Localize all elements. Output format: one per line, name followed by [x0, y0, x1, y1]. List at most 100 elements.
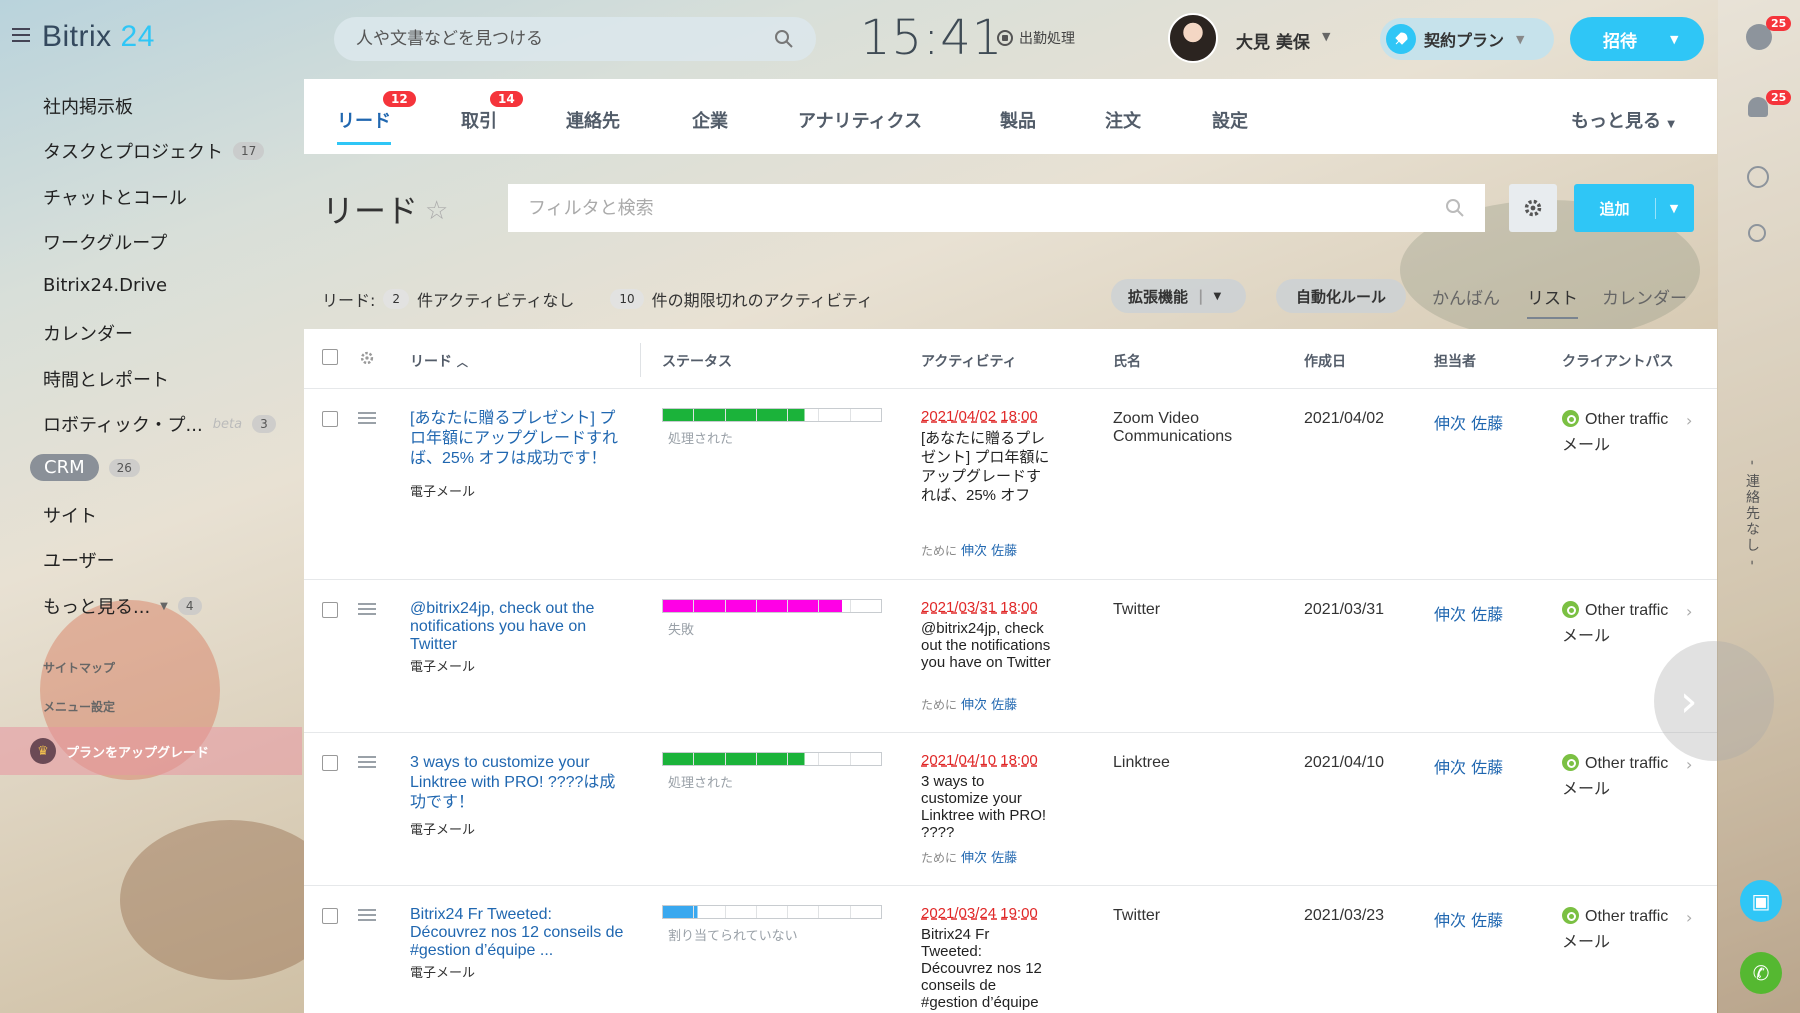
rail-search-icon[interactable]	[1748, 224, 1766, 242]
activity-deadline[interactable]: 2021/04/10 18:00	[921, 752, 1038, 769]
status-stage-segment[interactable]	[663, 753, 695, 765]
activity-subject[interactable]: [あなたに贈るプレゼント] プロ年額にアップグレードすれば、25% オフ	[921, 429, 1051, 505]
global-search-input[interactable]	[356, 29, 774, 49]
sidebar-item-feed[interactable]: 社内掲示板	[43, 93, 133, 119]
table-row[interactable]: [あなたに贈るプレゼント] プロ年額にアップグレードすれば、25% オフは成功で…	[304, 389, 1717, 580]
status-stage-segment[interactable]	[663, 409, 695, 421]
no-activity-count[interactable]: 2	[383, 289, 410, 309]
select-all-checkbox[interactable]	[322, 349, 338, 365]
overdue-label[interactable]: 件の期限切れのアクティビティ	[652, 287, 873, 311]
sidebar-item-crm[interactable]: CRM 26	[30, 454, 140, 481]
status-stage-segment[interactable]	[756, 600, 789, 612]
col-status[interactable]: ステータス	[662, 351, 732, 371]
activity-owner-link[interactable]: 伸次 佐藤	[961, 698, 1017, 713]
settings-gear-button[interactable]	[1509, 184, 1557, 232]
tab-orders[interactable]: 注文	[1105, 107, 1141, 133]
upgrade-plan-button[interactable]: ♛ プランをアップグレード	[0, 727, 302, 775]
status-stage-segment[interactable]	[725, 753, 757, 765]
phone-icon[interactable]: ✆	[1740, 952, 1782, 994]
status-stage-segment[interactable]	[756, 753, 789, 765]
filter-search-icon[interactable]	[1445, 198, 1465, 218]
status-stage-segment[interactable]	[757, 906, 789, 918]
chevron-right-icon[interactable]: ›	[1686, 411, 1692, 430]
global-search-box[interactable]	[334, 17, 816, 61]
tab-products[interactable]: 製品	[1000, 107, 1036, 133]
status-stage-segment[interactable]	[819, 906, 851, 918]
sitemap-link[interactable]: サイトマップ	[43, 659, 115, 676]
row-menu-icon[interactable]	[358, 909, 376, 924]
col-lead[interactable]: リード ︿	[410, 351, 468, 371]
status-stage-segment[interactable]	[725, 600, 757, 612]
sidebar-item-drive[interactable]: Bitrix24.Drive	[43, 275, 167, 296]
col-name[interactable]: 氏名	[1113, 351, 1141, 371]
status-stage-segment[interactable]	[851, 600, 881, 612]
status-stage-segment[interactable]	[663, 600, 695, 612]
status-stage-segment[interactable]	[694, 600, 726, 612]
activity-owner-link[interactable]: 伸次 佐藤	[961, 851, 1017, 866]
owner-link[interactable]: 伸次 佐藤	[1434, 754, 1503, 778]
status-stage-segment[interactable]	[819, 753, 851, 765]
chat-icon[interactable]	[1747, 166, 1769, 188]
status-stage-segment[interactable]	[788, 600, 820, 612]
lead-title-link[interactable]: 3 ways to customize your Linktree with P…	[410, 753, 624, 813]
row-checkbox[interactable]	[322, 602, 338, 618]
status-stage-segment[interactable]	[663, 906, 695, 918]
status-stage-segment[interactable]	[819, 409, 851, 421]
owner-link[interactable]: 伸次 佐藤	[1434, 601, 1503, 625]
sidebar-item-rpa[interactable]: ロボティック・プ... beta 3	[43, 411, 276, 437]
filter-search-input[interactable]	[528, 197, 1445, 219]
status-stage-segment[interactable]	[694, 906, 726, 918]
tab-companies[interactable]: 企業	[692, 107, 728, 133]
lead-title-link[interactable]: [あなたに贈るプレゼント] プロ年額にアップグレードすれば、25% オフは成功で…	[410, 409, 624, 469]
view-list[interactable]: リスト	[1527, 284, 1578, 319]
status-stage-segment[interactable]	[756, 409, 789, 421]
user-avatar[interactable]	[1168, 13, 1218, 63]
status-stage-segment[interactable]	[851, 409, 881, 421]
activity-deadline[interactable]: 2021/03/31 18:00	[921, 599, 1038, 616]
table-row[interactable]: @bitrix24jp, check out the notifications…	[304, 580, 1717, 733]
status-stage-segment[interactable]	[851, 906, 881, 918]
status-stage-segment[interactable]	[788, 409, 820, 421]
scroll-right-arrow-icon[interactable]: ›	[1654, 641, 1774, 761]
invite-caret-icon[interactable]: ▼	[1670, 33, 1678, 46]
sidebar-item-sites[interactable]: サイト	[43, 502, 97, 528]
status-progress[interactable]	[662, 752, 882, 766]
hamburger-menu-icon[interactable]	[12, 28, 30, 42]
view-calendar[interactable]: カレンダー	[1602, 284, 1687, 309]
chevron-right-icon[interactable]: ›	[1686, 908, 1692, 927]
status-stage-segment[interactable]	[788, 906, 820, 918]
tab-contacts[interactable]: 連絡先	[566, 107, 620, 133]
col-client-path[interactable]: クライアントパス	[1562, 351, 1673, 371]
status-progress[interactable]	[662, 905, 882, 919]
status-stage-segment[interactable]	[725, 409, 757, 421]
activity-deadline[interactable]: 2021/03/24 19:00	[921, 905, 1038, 922]
activity-subject[interactable]: Bitrix24 Fr Tweeted: Découvrez nos 12 co…	[921, 926, 1051, 1011]
client-path[interactable]: Other traffic メール	[1562, 410, 1668, 455]
status-stage-segment[interactable]	[694, 409, 726, 421]
status-stage-segment[interactable]	[851, 753, 881, 765]
table-row[interactable]: Bitrix24 Fr Tweeted: Découvrez nos 12 co…	[304, 886, 1717, 1013]
lead-title-link[interactable]: @bitrix24jp, check out the notifications…	[410, 600, 624, 654]
table-row[interactable]: 3 ways to customize your Linktree with P…	[304, 733, 1717, 886]
client-path[interactable]: Other traffic メール	[1562, 754, 1668, 799]
sidebar-item-workgroups[interactable]: ワークグループ	[43, 229, 167, 255]
col-activity[interactable]: アクティビティ	[921, 351, 1017, 371]
invite-button[interactable]: 招待 ▼	[1570, 17, 1704, 61]
status-stage-segment[interactable]	[726, 906, 757, 918]
row-menu-icon[interactable]	[358, 412, 376, 427]
row-menu-icon[interactable]	[358, 603, 376, 618]
sidebar-item-users[interactable]: ユーザー	[43, 547, 115, 573]
contact-center-icon[interactable]: ▣	[1740, 880, 1782, 922]
app-logo[interactable]: Bitrix 24	[42, 20, 155, 54]
activity-owner-link[interactable]: 伸次 佐藤	[961, 544, 1017, 559]
tab-analytics[interactable]: アナリティクス	[798, 107, 922, 133]
tab-more[interactable]: もっと見る ▼	[1571, 107, 1675, 133]
status-stage-segment[interactable]	[819, 600, 851, 612]
client-path[interactable]: Other traffic メール	[1562, 601, 1668, 646]
activity-deadline[interactable]: 2021/04/02 18:00	[921, 408, 1038, 425]
status-progress[interactable]	[662, 408, 882, 422]
user-menu-caret-icon[interactable]: ▼	[1322, 30, 1330, 43]
column-settings-icon[interactable]	[358, 349, 376, 367]
sidebar-item-time[interactable]: 時間とレポート	[43, 366, 169, 392]
chevron-right-icon[interactable]: ›	[1686, 755, 1692, 774]
